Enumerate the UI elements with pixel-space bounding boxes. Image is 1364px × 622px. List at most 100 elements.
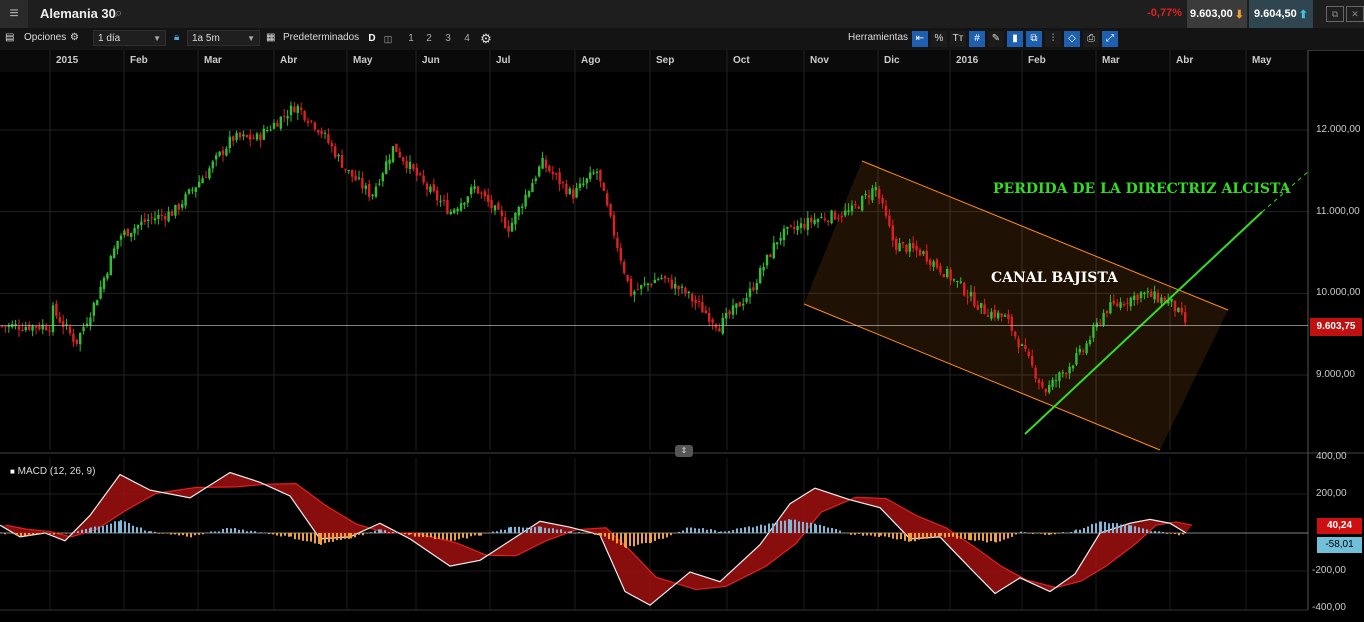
candle [72, 328, 75, 348]
candle [194, 186, 197, 198]
candle [456, 206, 459, 215]
candle [755, 279, 758, 294]
candle [599, 169, 602, 188]
histogram-bar [662, 533, 664, 539]
candle [619, 242, 622, 265]
candle [653, 272, 656, 284]
candle-body [527, 191, 531, 197]
candle-body [830, 210, 833, 224]
candle-body [89, 317, 92, 326]
candle [235, 130, 238, 143]
price-tick-label: 9.000,00 [1316, 369, 1355, 380]
histogram-bar [190, 533, 192, 538]
candle-body [1054, 380, 1058, 382]
candle-body [374, 186, 378, 197]
candle [507, 220, 510, 238]
candle-body [1085, 343, 1088, 354]
histogram-bar [1050, 533, 1052, 535]
candle-body [711, 319, 714, 324]
candle [793, 220, 796, 235]
histogram-bar [878, 533, 880, 537]
candle-body [881, 197, 884, 204]
histogram-bar [1108, 523, 1110, 533]
histogram-bar [1138, 527, 1140, 533]
candle [680, 283, 684, 294]
candle-body [405, 160, 408, 169]
month-label: Feb [1028, 55, 1046, 66]
month-label: May [1252, 55, 1272, 66]
candle-body [45, 326, 48, 331]
histogram-bar [608, 533, 610, 540]
price-tick-label: 10.000,00 [1316, 287, 1361, 298]
candle-body [38, 325, 41, 329]
candle-body [633, 291, 636, 295]
histogram-bar [214, 531, 216, 533]
candle [616, 232, 619, 252]
candle-body [327, 134, 330, 143]
candle-body [1027, 351, 1030, 357]
candle-body [684, 287, 687, 294]
candle-body [534, 178, 537, 181]
candle [221, 146, 225, 162]
candle [51, 302, 55, 336]
candle-body [956, 281, 959, 283]
candle-body [204, 177, 208, 179]
histogram-bar [500, 529, 502, 533]
candle [133, 224, 136, 241]
month-label: Sep [656, 55, 674, 66]
candle-body [745, 298, 748, 302]
candle-body [789, 225, 792, 227]
histogram-bar [150, 531, 152, 533]
histogram-bar [888, 533, 890, 538]
candle-body [898, 243, 901, 252]
candle-body [17, 326, 21, 330]
candle [337, 153, 340, 162]
histogram-bar [508, 527, 510, 533]
histogram-bar [218, 531, 220, 533]
candle [806, 211, 809, 236]
candle-body [629, 278, 633, 296]
histogram-bar [61, 533, 63, 534]
candle-body [680, 286, 684, 288]
candle-body [34, 326, 38, 328]
candle-body [245, 135, 248, 137]
candle-body [208, 168, 211, 179]
candle [500, 205, 503, 223]
candle-body [1184, 312, 1187, 323]
candle-body [334, 146, 337, 158]
candle-body [1048, 384, 1051, 393]
candle-body [762, 266, 765, 271]
candle-body [480, 192, 483, 194]
histogram-bar [488, 533, 490, 534]
candle-body [398, 151, 401, 158]
histogram-bar [806, 522, 808, 533]
panel-resize-handle[interactable]: ⇕ [675, 445, 693, 457]
price-chart[interactable]: 2015 Feb Mar Abr May Jun Jul Ago Sep Oct Nov Dic 201… [0, 0, 1364, 622]
histogram-bar [148, 531, 150, 533]
histogram-bar [790, 519, 792, 533]
candle [789, 224, 792, 228]
candle-body [296, 105, 299, 113]
candle [660, 274, 663, 280]
histogram-bar [49, 533, 51, 534]
candle-body [602, 182, 605, 191]
candle-body [990, 311, 993, 319]
candle [238, 131, 242, 141]
histogram-bar [590, 533, 592, 534]
histogram-bar [234, 527, 236, 533]
candle [687, 290, 690, 299]
candle-body [215, 155, 218, 160]
histogram-bar [908, 533, 910, 542]
candle-body [283, 115, 286, 117]
histogram-bar [960, 533, 962, 539]
candle-body [806, 218, 809, 230]
candle-body [718, 328, 721, 332]
candle-body [119, 235, 123, 240]
candle-body [1092, 326, 1095, 338]
candle-body [738, 302, 741, 307]
candle-body [1146, 291, 1149, 293]
histogram-bar [12, 533, 14, 534]
candle-body [871, 188, 874, 201]
candle [405, 155, 408, 174]
candle-body [1150, 291, 1153, 298]
